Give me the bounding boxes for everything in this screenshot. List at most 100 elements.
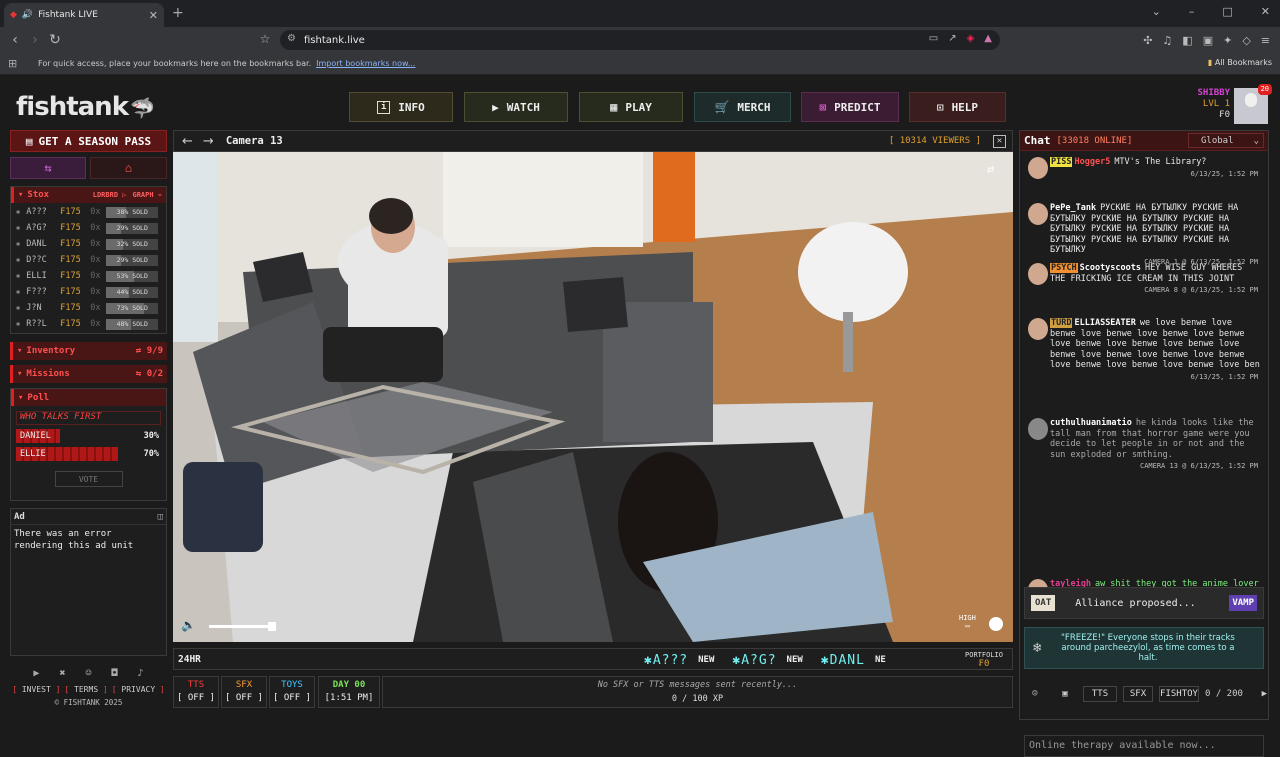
portfolio[interactable]: PORTFOLIO ₣0 bbox=[956, 649, 1012, 669]
nav-play-button[interactable]: ▦ PLAY bbox=[579, 92, 683, 122]
chat-avatar[interactable] bbox=[1028, 263, 1048, 285]
user-profile[interactable]: 20 SHIBBY LVL 1 ₣0 bbox=[1197, 84, 1272, 124]
stox-header[interactable]: ▾ Stox LDRBRD ▷ GRAPH ⌁ bbox=[11, 187, 166, 203]
back-icon[interactable]: ‹ bbox=[5, 32, 25, 48]
missions-panel[interactable]: ▾ Missions ⇆ 0/2 bbox=[10, 365, 167, 383]
chat-username[interactable]: cuthulhuanimatio bbox=[1050, 418, 1132, 428]
emoji-icon[interactable]: ☺ bbox=[1023, 689, 1047, 699]
poll-header[interactable]: ▾ Poll bbox=[11, 389, 166, 406]
reload-icon[interactable]: ↻ bbox=[45, 32, 65, 48]
share-icon[interactable]: ↗ bbox=[948, 33, 956, 44]
discord-icon[interactable]: ☺ bbox=[85, 668, 91, 679]
inventory-header[interactable]: ▾ Inventory ⇄ 9/9 bbox=[10, 342, 167, 360]
chat-username[interactable]: Scootyscoots bbox=[1080, 263, 1141, 273]
tiktok-icon[interactable]: ♪ bbox=[138, 668, 144, 679]
chat-message[interactable]: cuthulhuanimatio he kinda looks like the … bbox=[1020, 418, 1268, 470]
stox-row[interactable]: ✱ A?G? ₣175 0x 29% SOLD bbox=[11, 220, 166, 236]
brave-shield-icon[interactable]: ◈ bbox=[967, 33, 975, 44]
chat-avatar[interactable] bbox=[1028, 157, 1048, 179]
chat-tts-button[interactable]: TTS bbox=[1083, 686, 1117, 702]
missions-header[interactable]: ▾ Missions ⇆ 0/2 bbox=[10, 365, 167, 383]
stox-row[interactable]: ✱ A??? ₣175 0x 38% SOLD bbox=[11, 204, 166, 220]
volume-icon[interactable]: 🔈 bbox=[181, 618, 196, 632]
tab-close-icon[interactable]: ✕ bbox=[149, 9, 158, 22]
cast-icon[interactable]: ▭ bbox=[929, 33, 938, 44]
footer-link[interactable]: [ PRIVACY ] bbox=[112, 685, 165, 694]
chat-avatar[interactable] bbox=[1028, 318, 1048, 340]
vpn-icon[interactable]: ◇ bbox=[1242, 34, 1250, 47]
season-pass-button[interactable]: ▤ GET A SEASON PASS bbox=[10, 130, 167, 152]
rewards-icon[interactable]: ▲ bbox=[984, 33, 992, 44]
window-close-icon[interactable]: ✕ bbox=[1261, 5, 1270, 18]
toggle-tts[interactable]: TTS [ OFF ] bbox=[173, 676, 219, 708]
extensions-icon[interactable]: ✣ bbox=[1143, 34, 1152, 47]
ticker-item[interactable]: ✱A??? NEW bbox=[644, 653, 714, 668]
chat-username[interactable]: Hogger5 bbox=[1074, 157, 1110, 167]
chat-message[interactable]: PePe_Tank РУСКИЕ НА БУТЫЛКУ РУСКИЕ НА БУТ… bbox=[1020, 203, 1268, 266]
chat-input[interactable]: Online therapy available now... bbox=[1024, 735, 1264, 757]
sidebar-tab-shop[interactable]: ⌂ bbox=[90, 157, 167, 179]
bookmark-star-icon[interactable]: ☆ bbox=[255, 32, 275, 46]
leo-icon[interactable]: ✦ bbox=[1223, 34, 1232, 47]
menu-icon[interactable]: ≡ bbox=[1261, 34, 1270, 47]
nav-predict-button[interactable]: ⊠ PREDICT bbox=[801, 92, 899, 122]
tts-icon[interactable]: ▣ bbox=[1053, 689, 1077, 699]
vote-button[interactable]: VOTE bbox=[54, 471, 123, 487]
address-bar[interactable]: ⚙ fishtank.live ▭ ↗ ◈ ▲ bbox=[280, 30, 1000, 50]
volume-slider-thumb[interactable] bbox=[268, 622, 276, 631]
camera-video[interactable]: 🔈 ⇄ HIGH ▭ bbox=[173, 152, 1013, 642]
stox-row[interactable]: ✱ J?N ₣175 0x 73% SOLD bbox=[11, 300, 166, 316]
stox-row[interactable]: ✱ F??? ₣175 0x 44% SOLD bbox=[11, 284, 166, 300]
new-tab-icon[interactable]: + bbox=[172, 5, 184, 21]
chat-message[interactable]: PISS Hogger5 MTV's The Library? 6/13/25, 1:… bbox=[1020, 157, 1268, 179]
ticker-item[interactable]: ✱A?G? NEW bbox=[732, 653, 802, 668]
quality-toggle[interactable]: HIGH ▭ bbox=[959, 614, 976, 630]
toggle-sfx[interactable]: SFX [ OFF ] bbox=[221, 676, 267, 708]
sidebar-tab-exchange[interactable]: ⇆ bbox=[10, 157, 86, 179]
ad-collapse-icon[interactable]: ◫ bbox=[158, 512, 163, 522]
chat-username[interactable]: ELLIASSEATER bbox=[1074, 318, 1135, 328]
stox-row[interactable]: ✱ D??C ₣175 0x 29% SOLD bbox=[11, 252, 166, 268]
send-icon[interactable]: ▶ bbox=[1262, 689, 1267, 699]
tab-audio-icon[interactable]: 🔊 bbox=[22, 10, 33, 20]
forward-icon[interactable]: › bbox=[25, 32, 45, 48]
minimize-icon[interactable]: – bbox=[1189, 5, 1195, 18]
twitter-icon[interactable]: ✖ bbox=[59, 668, 65, 679]
record-icon[interactable] bbox=[989, 617, 1003, 631]
maximize-icon[interactable]: □ bbox=[1222, 5, 1232, 18]
chat-avatar[interactable] bbox=[1028, 203, 1048, 225]
chat-avatar[interactable] bbox=[1028, 418, 1048, 440]
youtube-icon[interactable]: ▶ bbox=[33, 668, 39, 679]
tab-search-icon[interactable]: ⌄ bbox=[1152, 5, 1161, 18]
browser-tab[interactable]: ◆ 🔊 Fishtank LIVE ✕ bbox=[4, 3, 164, 27]
wallet-icon[interactable]: ▣ bbox=[1203, 34, 1213, 47]
chat-username[interactable]: PePe_Tank bbox=[1050, 203, 1096, 213]
instagram-icon[interactable]: ◘ bbox=[112, 668, 118, 679]
chat-message[interactable]: TURD ELLIASSEATER we love benwe love benwe… bbox=[1020, 318, 1268, 381]
toggle-toys[interactable]: TOYS [ OFF ] bbox=[269, 676, 315, 708]
poll-option[interactable]: ELLIE 70% bbox=[16, 447, 161, 461]
footer-link[interactable]: [ TERMS ] bbox=[64, 685, 107, 694]
sidebar-icon[interactable]: ◧ bbox=[1182, 34, 1192, 47]
leaderboard-link[interactable]: LDRBRD ▷ bbox=[93, 191, 127, 199]
next-camera-icon[interactable]: → bbox=[203, 134, 214, 149]
apps-grid-icon[interactable]: ⊞ bbox=[8, 57, 17, 70]
stox-row[interactable]: ✱ DANL ₣175 0x 32% SOLD bbox=[11, 236, 166, 252]
nav-watch-button[interactable]: ▶ WATCH bbox=[464, 92, 568, 122]
nav-info-button[interactable]: i INFO bbox=[349, 92, 453, 122]
close-camera-icon[interactable]: ✕ bbox=[993, 134, 1006, 148]
chat-channel-select[interactable]: Global ⌄ bbox=[1188, 133, 1264, 148]
all-bookmarks[interactable]: ▮ All Bookmarks bbox=[1208, 58, 1272, 67]
import-bookmarks-link[interactable]: Import bookmarks now... bbox=[316, 59, 415, 68]
inventory-panel[interactable]: ▾ Inventory ⇄ 9/9 bbox=[10, 342, 167, 360]
poll-option[interactable]: DANIEL 30% bbox=[16, 429, 161, 443]
alliance-banner[interactable]: OAT Alliance proposed... VAMP bbox=[1024, 587, 1264, 619]
nav-merch-button[interactable]: 🛒 MERCH bbox=[694, 92, 791, 122]
ticker-mode[interactable]: 24HR bbox=[178, 654, 201, 665]
footer-link[interactable]: [ INVEST ] bbox=[12, 685, 60, 694]
chat-sfx-button[interactable]: SFX bbox=[1123, 686, 1153, 702]
ticker-item[interactable]: ✱DANL NE bbox=[821, 653, 886, 668]
site-info-icon[interactable]: ⚙ bbox=[287, 33, 296, 44]
switch-camera-icon[interactable]: ⇄ bbox=[987, 162, 994, 176]
volume-slider[interactable] bbox=[209, 622, 276, 631]
